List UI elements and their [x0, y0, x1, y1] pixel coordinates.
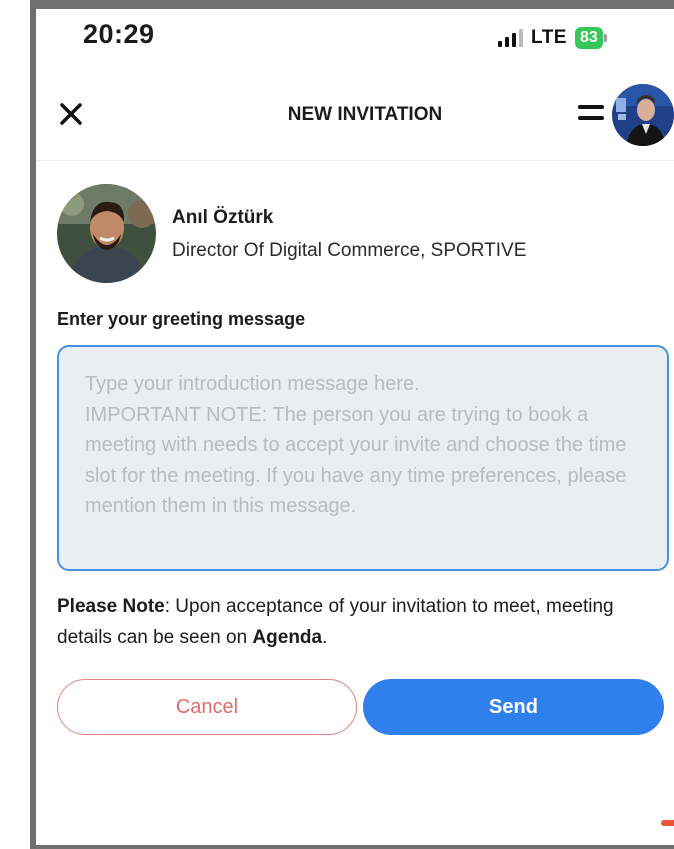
- note-prefix: Please Note: [57, 596, 165, 617]
- send-button[interactable]: Send: [363, 679, 664, 735]
- acceptance-note: Please Note: Upon acceptance of your inv…: [57, 591, 669, 653]
- network-type: LTE: [531, 27, 567, 48]
- cancel-button[interactable]: Cancel: [57, 679, 357, 735]
- status-indicators: LTE 83: [498, 26, 607, 50]
- profile-name: Anıl Öztürk: [172, 207, 274, 228]
- battery-level: 83: [574, 27, 603, 49]
- window-frame-bottom: [30, 845, 674, 849]
- header-divider: [36, 160, 674, 161]
- note-suffix: .: [322, 627, 328, 648]
- page-title: NEW INVITATION: [287, 104, 443, 125]
- decorative-mark: [661, 820, 674, 826]
- profile-role: Director Of Digital Commerce, SPORTIVE: [172, 240, 527, 261]
- user-photo-icon: [612, 84, 674, 146]
- greeting-message-input[interactable]: [57, 345, 669, 571]
- battery-icon: 83: [574, 27, 607, 49]
- window-frame-top: [30, 0, 674, 9]
- agenda-link: Agenda: [252, 627, 323, 648]
- hamburger-menu-icon[interactable]: [578, 105, 604, 123]
- profile-photo-icon: [57, 184, 156, 283]
- user-avatar[interactable]: [612, 84, 674, 146]
- greeting-label: Enter your greeting message: [57, 309, 306, 329]
- signal-icon: [498, 29, 523, 47]
- profile-avatar: [57, 184, 156, 283]
- status-time: 20:29: [83, 19, 155, 49]
